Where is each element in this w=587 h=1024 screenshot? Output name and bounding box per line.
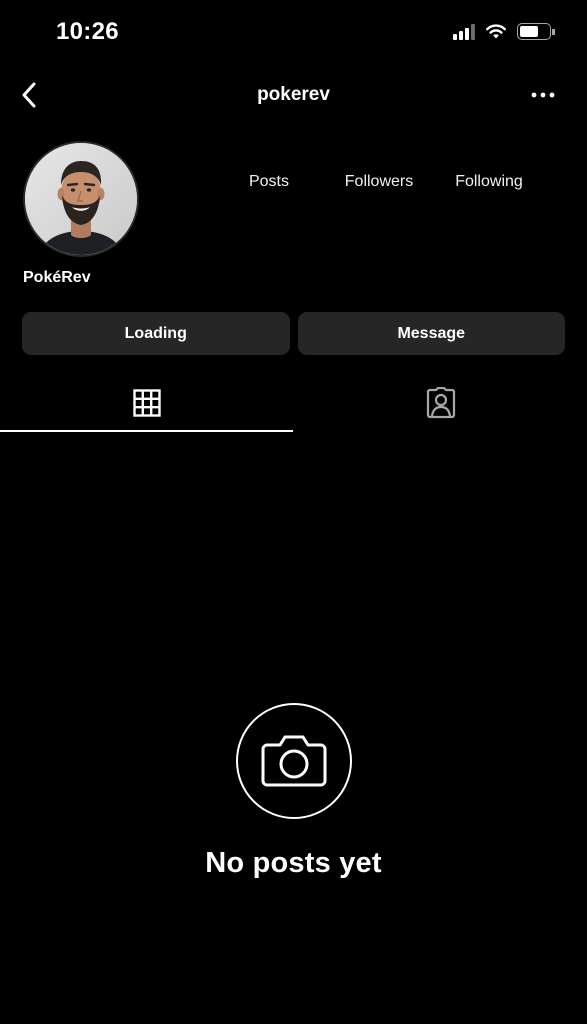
battery-icon bbox=[517, 22, 555, 40]
grid-icon bbox=[132, 389, 161, 417]
wifi-icon bbox=[486, 23, 506, 38]
empty-state: No posts yet bbox=[0, 703, 587, 880]
more-options-button[interactable] bbox=[527, 83, 559, 107]
tab-active-indicator bbox=[0, 430, 293, 432]
camera-icon-circle bbox=[235, 703, 352, 819]
profile-photo bbox=[25, 143, 137, 255]
ellipsis-icon bbox=[531, 92, 555, 98]
profile-username-title: pokerev bbox=[257, 84, 330, 105]
status-time: 10:26 bbox=[56, 18, 119, 45]
status-icons bbox=[453, 22, 555, 40]
empty-state-title: No posts yet bbox=[205, 847, 382, 879]
stat-posts-label: Posts bbox=[248, 173, 289, 190]
loading-button[interactable]: Loading bbox=[22, 312, 290, 355]
cellular-signal-icon bbox=[453, 22, 475, 40]
stat-followers[interactable]: Followers bbox=[324, 173, 434, 191]
stat-following-label: Following bbox=[455, 173, 523, 190]
stat-followers-label: Followers bbox=[344, 173, 414, 190]
profile-actions: Loading Message bbox=[22, 312, 565, 355]
status-bar: 10:26 bbox=[0, 0, 587, 66]
nav-bar: pokerev bbox=[0, 70, 587, 122]
stat-following[interactable]: Following bbox=[434, 173, 544, 191]
message-button[interactable]: Message bbox=[297, 312, 565, 355]
tab-posts-grid[interactable] bbox=[0, 375, 293, 431]
stat-posts[interactable]: Posts bbox=[214, 173, 324, 191]
tab-tagged[interactable] bbox=[294, 375, 587, 431]
profile-avatar[interactable] bbox=[23, 141, 139, 257]
tagged-person-icon bbox=[426, 387, 455, 419]
camera-icon bbox=[261, 735, 326, 787]
profile-display-name: PokéRev bbox=[23, 269, 91, 286]
profile-stats: Posts Followers Following bbox=[214, 173, 544, 191]
profile-tabs bbox=[0, 375, 587, 433]
